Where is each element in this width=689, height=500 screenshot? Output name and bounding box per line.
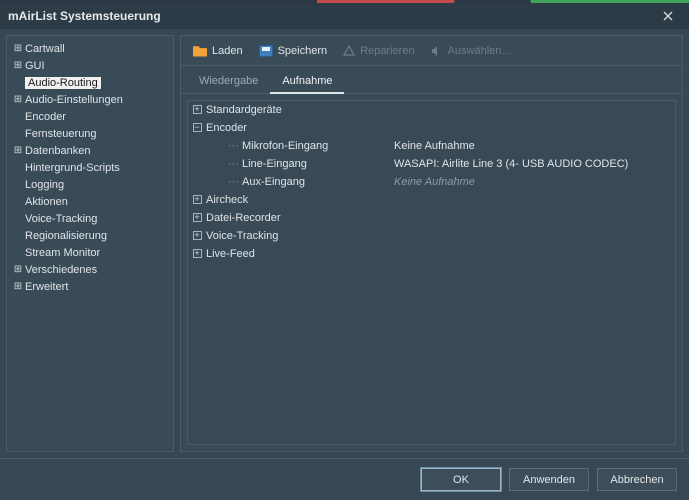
- expand-icon[interactable]: +: [188, 213, 206, 222]
- property-grid: + Standardgeräte − Encoder ⋯ Mikrofon-Ei…: [187, 100, 676, 445]
- sidebar-item-voice-tracking[interactable]: Voice-Tracking: [9, 210, 171, 227]
- sidebar-item-audio-einstellungen[interactable]: ⊞Audio-Einstellungen: [9, 91, 171, 108]
- sidebar-item-regionalisierung[interactable]: Regionalisierung: [9, 227, 171, 244]
- repair-button: Reparieren: [337, 42, 420, 60]
- footer: OK Anwenden Abbrechen: [0, 458, 689, 500]
- sidebar-item-logging[interactable]: Logging: [9, 176, 171, 193]
- expand-icon[interactable]: +: [188, 105, 206, 114]
- sidebar-item-audio-routing[interactable]: Audio-Routing: [9, 74, 171, 91]
- grid-row-aircheck[interactable]: + Aircheck: [188, 191, 675, 209]
- plus-icon[interactable]: ⊞: [11, 145, 25, 156]
- repair-label: Reparieren: [360, 45, 414, 57]
- expand-icon[interactable]: +: [188, 195, 206, 204]
- value-mikrofon[interactable]: Keine Aufnahme: [394, 140, 675, 152]
- expand-icon[interactable]: +: [188, 231, 206, 240]
- tab-aufnahme[interactable]: Aufnahme: [270, 69, 344, 93]
- window: mAirList Systemsteuerung ⊞Cartwall ⊞GUI …: [0, 0, 689, 500]
- grid-row-mikrofon-eingang[interactable]: ⋯ Mikrofon-Eingang Keine Aufnahme: [188, 137, 675, 155]
- plus-icon[interactable]: ⊞: [11, 60, 25, 71]
- save-icon: [259, 45, 273, 57]
- load-button[interactable]: Laden: [187, 42, 249, 60]
- value-aux[interactable]: Keine Aufnahme: [394, 176, 675, 188]
- grid-row-encoder[interactable]: − Encoder: [188, 119, 675, 137]
- save-button[interactable]: Speichern: [253, 42, 334, 60]
- grid-row-aux-eingang[interactable]: ⋯ Aux-Eingang Keine Aufnahme: [188, 173, 675, 191]
- body: ⊞Cartwall ⊞GUI Audio-Routing ⊞Audio-Eins…: [0, 29, 689, 458]
- warning-icon: [343, 45, 355, 57]
- grid-row-live-feed[interactable]: + Live-Feed: [188, 245, 675, 263]
- select-button: Auswählen…: [425, 42, 519, 60]
- tree-line-icon: ⋯: [224, 157, 242, 170]
- grid-row-voice-tracking[interactable]: + Voice-Tracking: [188, 227, 675, 245]
- collapse-icon[interactable]: −: [188, 123, 206, 132]
- tree-line-icon: ⋯: [224, 139, 242, 152]
- sidebar-item-datenbanken[interactable]: ⊞Datenbanken: [9, 142, 171, 159]
- grid-row-line-eingang[interactable]: ⋯ Line-Eingang WASAPI: Airlite Line 3 (4…: [188, 155, 675, 173]
- sidebar-item-erweitert[interactable]: ⊞Erweitert: [9, 278, 171, 295]
- ok-button[interactable]: OK: [421, 468, 501, 491]
- select-label: Auswählen…: [448, 45, 513, 57]
- close-icon: [663, 11, 673, 21]
- apply-button[interactable]: Anwenden: [509, 468, 589, 491]
- titlebar: mAirList Systemsteuerung: [0, 3, 689, 29]
- toolbar: Laden Speichern Reparieren Auswählen…: [181, 36, 682, 66]
- sidebar-item-hintergrund-scripts[interactable]: Hintergrund-Scripts: [9, 159, 171, 176]
- close-button[interactable]: [655, 3, 681, 29]
- plus-icon[interactable]: ⊞: [11, 264, 25, 275]
- sidebar-item-fernsteuerung[interactable]: Fernsteuerung: [9, 125, 171, 142]
- window-title: mAirList Systemsteuerung: [8, 9, 161, 23]
- sidebar-item-verschiedenes[interactable]: ⊞Verschiedenes: [9, 261, 171, 278]
- grid-row-datei-recorder[interactable]: + Datei-Recorder: [188, 209, 675, 227]
- plus-icon[interactable]: ⊞: [11, 281, 25, 292]
- cancel-button[interactable]: Abbrechen: [597, 468, 677, 491]
- expand-icon[interactable]: +: [188, 249, 206, 258]
- sidebar-item-aktionen[interactable]: Aktionen: [9, 193, 171, 210]
- sidebar-item-cartwall[interactable]: ⊞Cartwall: [9, 40, 171, 57]
- folder-icon: [193, 45, 207, 57]
- tabs: Wiedergabe Aufnahme: [181, 66, 682, 94]
- sidebar-item-stream-monitor[interactable]: Stream Monitor: [9, 244, 171, 261]
- main-panel: Laden Speichern Reparieren Auswählen… Wi…: [180, 35, 683, 452]
- load-label: Laden: [212, 45, 243, 57]
- sidebar-item-encoder[interactable]: Encoder: [9, 108, 171, 125]
- speaker-icon: [431, 45, 443, 57]
- sidebar-tree: ⊞Cartwall ⊞GUI Audio-Routing ⊞Audio-Eins…: [6, 35, 174, 452]
- tab-wiedergabe[interactable]: Wiedergabe: [187, 69, 270, 93]
- plus-icon[interactable]: ⊞: [11, 94, 25, 105]
- tree-line-icon: ⋯: [224, 175, 242, 188]
- value-line[interactable]: WASAPI: Airlite Line 3 (4- USB AUDIO COD…: [394, 158, 675, 170]
- sidebar-item-gui[interactable]: ⊞GUI: [9, 57, 171, 74]
- plus-icon[interactable]: ⊞: [11, 43, 25, 54]
- grid-row-standardgeraete[interactable]: + Standardgeräte: [188, 101, 675, 119]
- save-label: Speichern: [278, 45, 328, 57]
